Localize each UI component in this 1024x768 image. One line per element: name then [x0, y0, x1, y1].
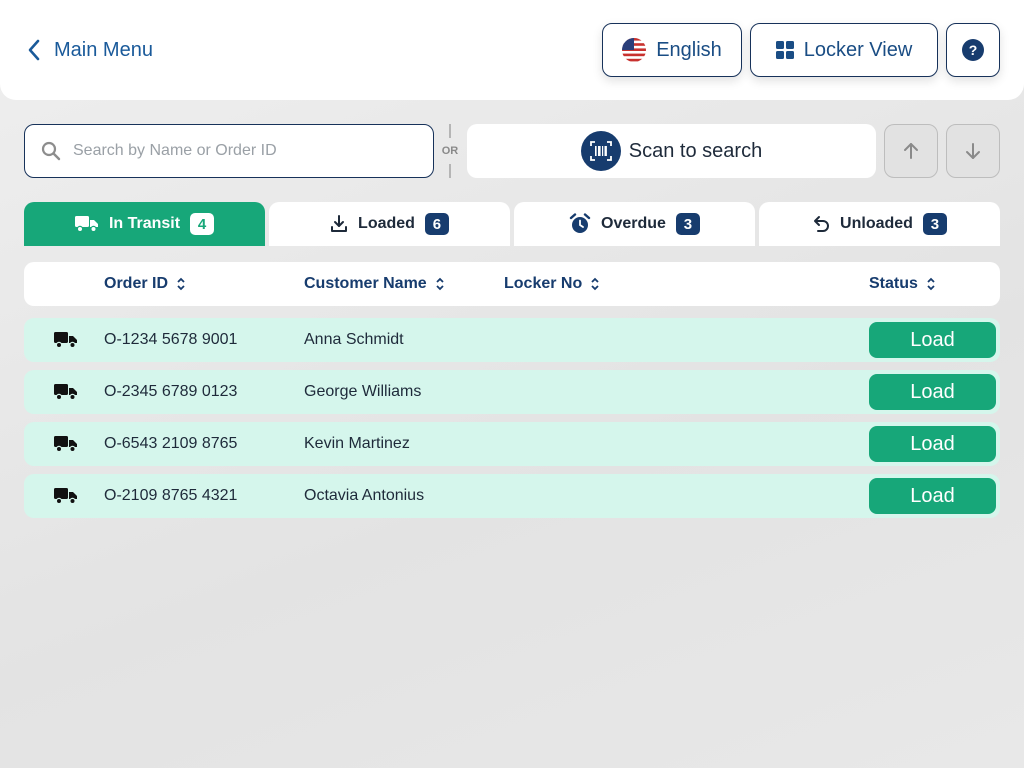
main-menu-label: Main Menu	[54, 38, 153, 61]
search-icon	[41, 141, 61, 161]
grid-icon	[775, 41, 794, 59]
customer-name-cell: George Williams	[304, 383, 422, 400]
scroll-down-button[interactable]	[946, 124, 1000, 178]
tab-label: In Transit	[108, 215, 181, 232]
tab-unloaded[interactable]: Unloaded 3	[759, 202, 1000, 246]
tab-loaded[interactable]: Loaded 6	[269, 202, 510, 246]
column-header-status[interactable]: Status	[869, 262, 936, 306]
column-header-label: Locker No	[504, 275, 583, 292]
arrow-up-icon	[904, 143, 918, 159]
scan-label: Scan to search	[628, 139, 763, 162]
help-icon: ?	[962, 39, 984, 61]
tab-count-badge: 3	[675, 213, 700, 235]
tab-label: Loaded	[358, 215, 415, 232]
load-button[interactable]: Load	[869, 426, 996, 462]
locker-view-label: Locker View	[803, 38, 913, 61]
column-header-locker-no[interactable]: Locker No	[504, 262, 600, 306]
main-menu-back-button[interactable]: Main Menu	[26, 36, 153, 64]
download-icon	[331, 215, 348, 232]
language-button[interactable]: English	[602, 23, 742, 77]
load-button[interactable]: Load	[869, 374, 996, 410]
table-row: O-2345 6789 0123 George Williams Load	[24, 370, 1000, 414]
sort-icon	[591, 277, 599, 291]
table-header: Order ID Customer Name Locker No Status	[24, 262, 1000, 306]
column-header-customer-name[interactable]: Customer Name	[304, 262, 445, 306]
barcode-scan-icon	[580, 131, 621, 171]
truck-icon	[54, 488, 77, 505]
load-button[interactable]: Load	[869, 322, 996, 358]
column-header-order-id[interactable]: Order ID	[104, 262, 186, 306]
tab-label: Unloaded	[840, 215, 913, 232]
truck-icon	[54, 384, 77, 401]
order-id-cell: O-1234 5678 9001	[104, 331, 238, 348]
column-header-label: Status	[869, 275, 918, 292]
tab-label: Overdue	[601, 215, 666, 232]
column-header-label: Customer Name	[304, 275, 427, 292]
tab-count-badge: 4	[190, 213, 215, 235]
locker-view-button[interactable]: Locker View	[750, 23, 938, 77]
order-id-cell: O-6543 2109 8765	[104, 435, 238, 452]
load-button[interactable]: Load	[869, 478, 996, 514]
customer-name-cell: Octavia Antonius	[304, 487, 425, 504]
customer-name-cell: Kevin Martinez	[304, 435, 410, 452]
language-label: English	[656, 38, 722, 61]
undo-arrow-icon	[814, 216, 829, 232]
column-header-label: Order ID	[104, 275, 169, 292]
tab-overdue[interactable]: Overdue 3	[514, 202, 755, 246]
separator-line	[449, 124, 451, 138]
scan-to-search-button[interactable]: Scan to search	[467, 124, 876, 178]
or-label: OR	[441, 145, 459, 157]
truck-icon	[54, 332, 77, 349]
customer-name-cell: Anna Schmidt	[304, 331, 404, 348]
sort-icon	[436, 277, 444, 291]
scroll-up-button[interactable]	[884, 124, 938, 178]
arrow-down-icon	[966, 143, 980, 159]
search-box	[24, 124, 434, 178]
table-row: O-6543 2109 8765 Kevin Martinez Load	[24, 422, 1000, 466]
tab-count-badge: 6	[424, 213, 449, 235]
order-id-cell: O-2345 6789 0123	[104, 383, 238, 400]
table-row: O-1234 5678 9001 Anna Schmidt Load	[24, 318, 1000, 362]
help-button[interactable]: ?	[946, 23, 1000, 77]
truck-icon	[54, 436, 77, 453]
us-flag-icon	[622, 38, 647, 62]
chevron-left-icon	[28, 39, 40, 61]
search-input[interactable]	[73, 142, 403, 160]
table-row: O-2109 8765 4321 Octavia Antonius Load	[24, 474, 1000, 518]
sort-icon	[927, 277, 935, 291]
order-id-cell: O-2109 8765 4321	[104, 487, 238, 504]
alarm-clock-icon	[569, 213, 591, 233]
sort-icon	[177, 277, 185, 291]
or-separator: OR	[440, 124, 460, 178]
truck-icon	[74, 216, 98, 233]
tab-count-badge: 3	[922, 213, 947, 235]
tab-in-transit[interactable]: In Transit 4	[24, 202, 265, 246]
top-bar: Main Menu English Locker View ?	[0, 0, 1024, 100]
separator-line	[449, 164, 451, 178]
